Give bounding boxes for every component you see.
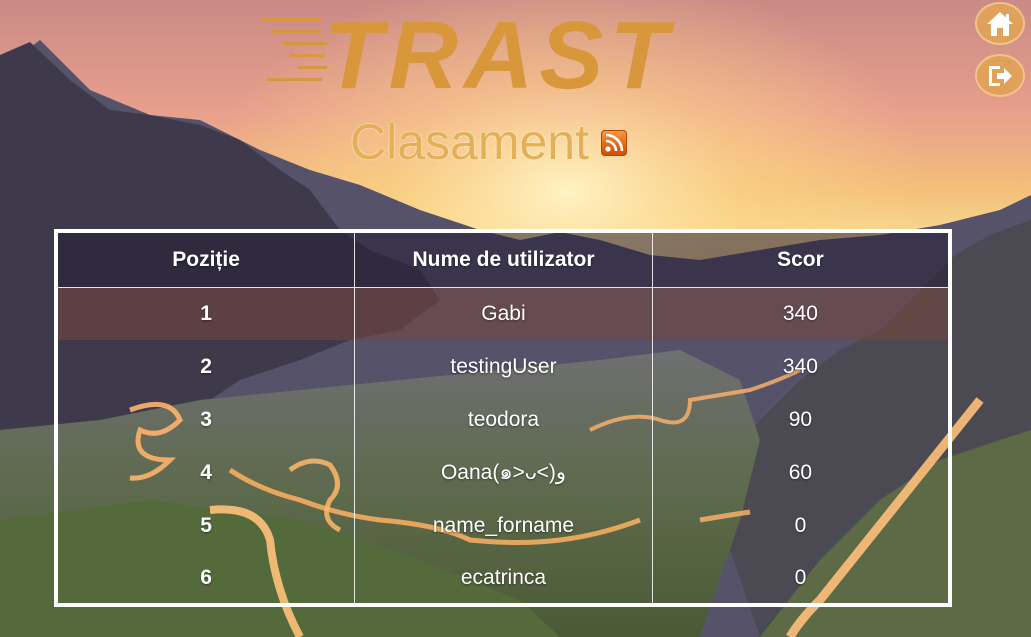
row-score: 0 [651, 499, 950, 552]
row-username: name_forname [354, 499, 653, 552]
row-username: Gabi [354, 287, 653, 340]
row-position: 5 [200, 513, 212, 537]
row-score: 340 [651, 340, 950, 393]
table-header-row: Poziție Nume de utilizator Scor [56, 231, 950, 288]
leaderboard-table: Poziție Nume de utilizator Scor 1 Gabi 3… [54, 229, 952, 607]
header-position: Poziție [56, 231, 355, 288]
table-row: 4 Oana(๑>ᴗ<)و 60 [56, 446, 950, 499]
row-position: 4 [200, 460, 212, 484]
table-row: 3 teodora 90 [56, 393, 950, 446]
row-score: 60 [651, 446, 950, 499]
header-score: Scor [651, 231, 950, 288]
trast-logo: TRAST [262, 8, 675, 96]
logout-icon [989, 65, 1012, 86]
page-title-text: Clasament [350, 114, 589, 170]
row-username: teodora [354, 393, 653, 446]
logo-text: TRAST [324, 8, 675, 96]
row-position: 1 [200, 301, 212, 325]
row-score: 0 [651, 552, 950, 605]
logout-button[interactable] [975, 54, 1025, 97]
table-row: 2 testingUser 340 [56, 340, 950, 393]
row-username: ecatrinca [354, 552, 653, 605]
row-position: 3 [200, 407, 212, 431]
row-username: testingUser [354, 340, 653, 393]
page-title: Clasament [350, 112, 627, 172]
table-row: 5 name_forname 0 [56, 499, 950, 552]
row-username: Oana(๑>ᴗ<)و [354, 446, 653, 499]
home-button[interactable] [975, 2, 1025, 45]
table-row: 6 ecatrinca 0 [56, 552, 950, 605]
table-row: 1 Gabi 340 [56, 287, 950, 340]
row-score: 340 [651, 287, 950, 340]
row-position: 6 [200, 565, 212, 589]
header-username: Nume de utilizator [354, 231, 653, 288]
row-position: 2 [200, 354, 212, 378]
home-icon [987, 11, 1013, 36]
rss-feed-icon[interactable] [601, 130, 627, 156]
row-score: 90 [651, 393, 950, 446]
